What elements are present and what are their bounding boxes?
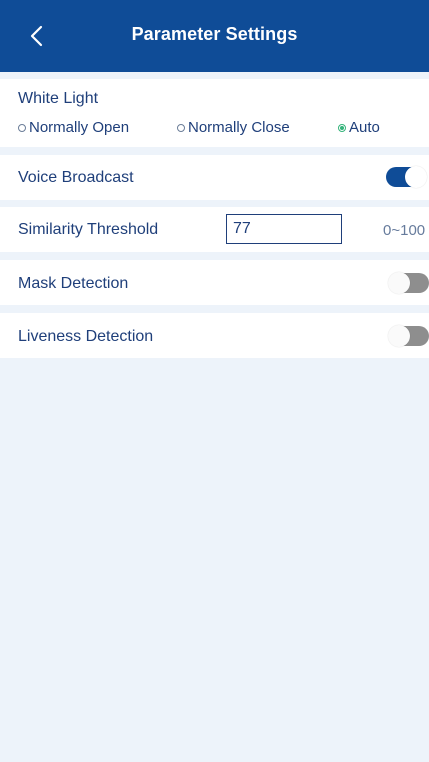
mask-detection-toggle[interactable] [388, 272, 429, 294]
white-light-options: Normally Open Normally Close Auto [18, 119, 418, 139]
voice-broadcast-row: Voice Broadcast [0, 155, 429, 200]
radio-circle-icon [177, 123, 185, 132]
white-light-label: White Light [18, 90, 99, 107]
toggle-knob [388, 325, 410, 347]
similarity-threshold-input[interactable]: 77 [226, 214, 342, 244]
toggle-knob [388, 272, 410, 294]
radio-normally-open[interactable]: Normally Open [18, 119, 129, 136]
similarity-threshold-label: Similarity Threshold [18, 221, 159, 238]
mask-detection-label: Mask Detection [18, 275, 129, 292]
voice-broadcast-label: Voice Broadcast [18, 169, 134, 186]
radio-label: Normally Close [188, 119, 290, 136]
liveness-detection-label: Liveness Detection [18, 328, 154, 345]
toggle-knob [405, 166, 427, 188]
page-title: Parameter Settings [131, 24, 298, 44]
liveness-detection-row: Liveness Detection [0, 313, 429, 358]
app-header: Parameter Settings [0, 0, 429, 72]
voice-broadcast-toggle[interactable] [386, 166, 427, 188]
radio-auto[interactable]: Auto [338, 119, 380, 136]
radio-circle-icon [18, 123, 26, 132]
radio-selected-icon [338, 123, 346, 132]
threshold-range: 0~100 [383, 222, 426, 239]
radio-label: Normally Open [29, 119, 130, 136]
radio-label: Auto [349, 119, 380, 136]
radio-normally-close[interactable]: Normally Close [177, 119, 290, 136]
mask-detection-row: Mask Detection [0, 260, 429, 305]
liveness-detection-toggle[interactable] [388, 325, 429, 347]
